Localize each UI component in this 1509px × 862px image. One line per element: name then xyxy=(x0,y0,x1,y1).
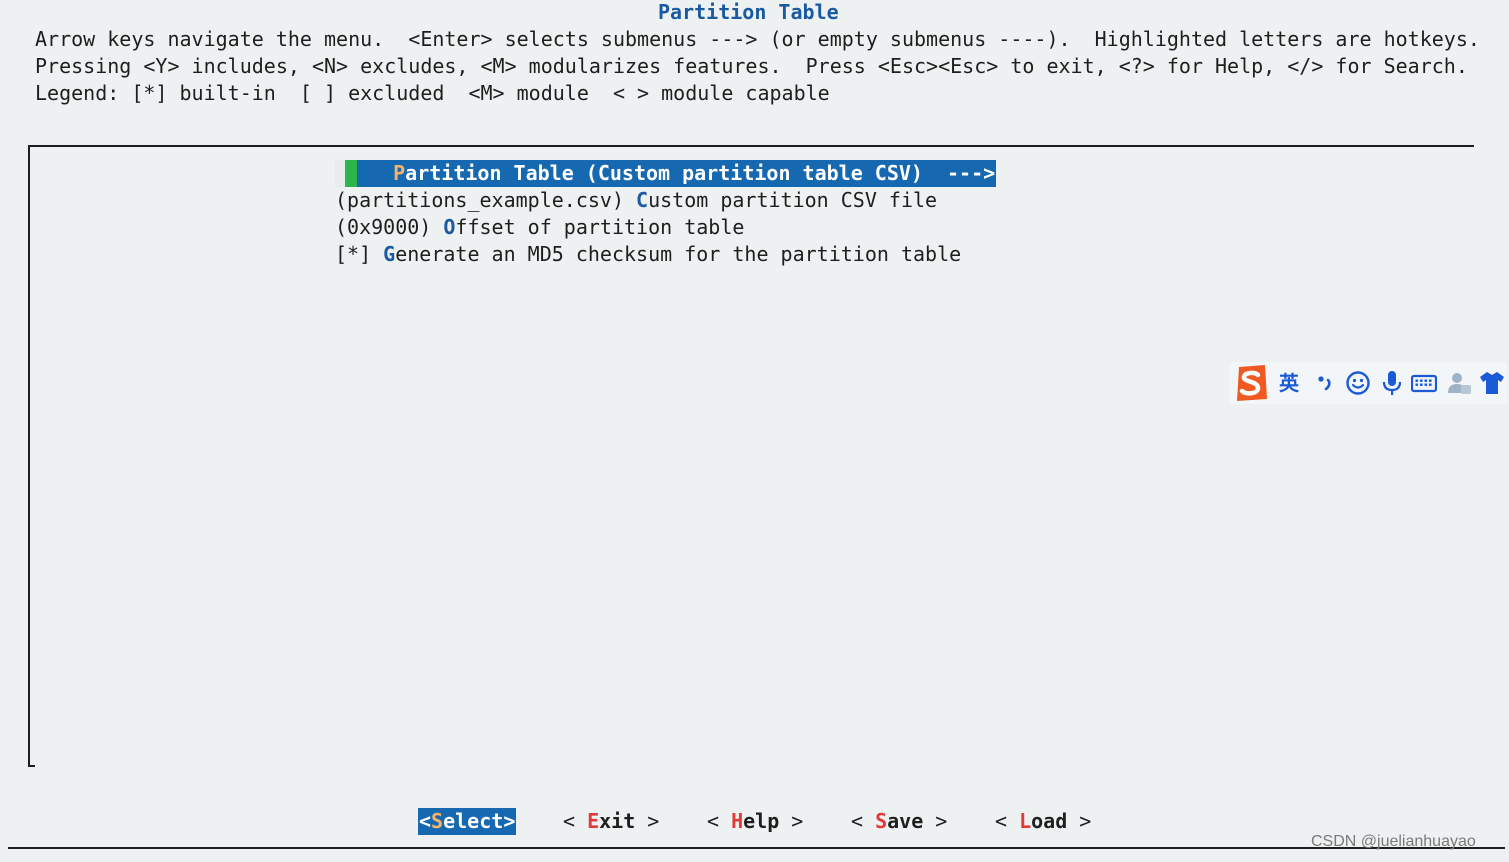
button-hotkey: E xyxy=(587,809,600,833)
button-hotkey: H xyxy=(731,809,744,833)
legend-text: Legend: [*] built-in [ ] excluded <M> mo… xyxy=(35,81,830,105)
menu-item-offset-partition-table[interactable]: (0x9000) Offset of partition table xyxy=(335,214,744,241)
exit-button[interactable]: < Exit > xyxy=(563,808,659,835)
menu-item-label: ffset of partition table xyxy=(455,215,745,239)
save-button[interactable]: < Save > xyxy=(851,808,947,835)
button-hotkey: S xyxy=(875,809,888,833)
button-bracket: < xyxy=(995,809,1020,833)
sogou-logo-icon[interactable] xyxy=(1231,363,1271,403)
menu-item-label: ustom partition CSV file xyxy=(648,188,938,212)
button-label: oad xyxy=(1031,809,1068,833)
ime-toolbar[interactable]: 英 xyxy=(1229,362,1507,404)
button-bracket: > xyxy=(923,809,948,833)
menu-item-label: artition Table (Custom partition table C… xyxy=(405,161,996,185)
keyboard-icon[interactable] xyxy=(1411,370,1437,396)
menu-item-hotkey: P xyxy=(393,161,406,185)
button-bracket: < xyxy=(851,809,876,833)
menu-item-value: (partitions_example.csv) xyxy=(335,188,637,212)
watermark-text: CSDN @juelianhuayao xyxy=(1311,833,1476,850)
menu-frame-corner xyxy=(28,765,35,767)
menu-item-custom-partition-csv[interactable]: (partitions_example.csv) Custom partitio… xyxy=(335,187,937,214)
menu-item-label: enerate an MD5 checksum for the partitio… xyxy=(395,242,962,266)
menu-item-value: (0x9000) xyxy=(335,215,444,239)
microphone-icon[interactable] xyxy=(1381,370,1403,396)
button-label: xit xyxy=(599,809,636,833)
ime-language-toggle[interactable]: 英 xyxy=(1279,369,1299,397)
button-bracket: < xyxy=(707,809,732,833)
menu-item-partition-table[interactable]: Partition Table (Custom partition table … xyxy=(335,160,997,187)
bottom-border xyxy=(8,847,1505,849)
user-icon[interactable] xyxy=(1446,370,1472,396)
button-label: elp xyxy=(743,809,780,833)
help-button[interactable]: < Help > xyxy=(707,808,803,835)
menu-item-checkbox: [*] xyxy=(335,242,384,266)
button-bracket: > xyxy=(779,809,804,833)
menu-item-md5-checksum[interactable]: [*] Generate an MD5 checksum for the par… xyxy=(335,241,961,268)
menu-item-hotkey: O xyxy=(443,215,456,239)
menu-item-hotkey: G xyxy=(383,242,396,266)
button-bracket: < xyxy=(563,809,588,833)
help-text-line-2: Pressing <Y> includes, <N> excludes, <M>… xyxy=(35,54,1468,78)
button-bracket: > xyxy=(1067,809,1092,833)
skin-shirt-icon[interactable] xyxy=(1479,370,1505,396)
menu-item-hotkey: C xyxy=(636,188,649,212)
button-bracket: > xyxy=(635,809,660,833)
select-button[interactable]: <Select> xyxy=(418,808,517,835)
button-bracket: < xyxy=(419,809,432,833)
button-label: elect xyxy=(443,809,504,833)
cursor-marker-green xyxy=(345,160,357,187)
page-title: Partition Table xyxy=(658,0,839,24)
button-label: ave xyxy=(887,809,924,833)
button-hotkey: S xyxy=(431,809,444,833)
menu-frame-top-border xyxy=(28,145,1474,147)
emoji-icon[interactable] xyxy=(1345,370,1371,396)
cursor-marker xyxy=(335,160,345,187)
load-button[interactable]: < Load > xyxy=(995,808,1091,835)
button-hotkey: L xyxy=(1019,809,1032,833)
menu-frame-left-border xyxy=(28,145,30,767)
button-bracket: > xyxy=(503,809,516,833)
help-text-line-1: Arrow keys navigate the menu. <Enter> se… xyxy=(35,27,1480,51)
punctuation-icon[interactable] xyxy=(1315,370,1335,396)
